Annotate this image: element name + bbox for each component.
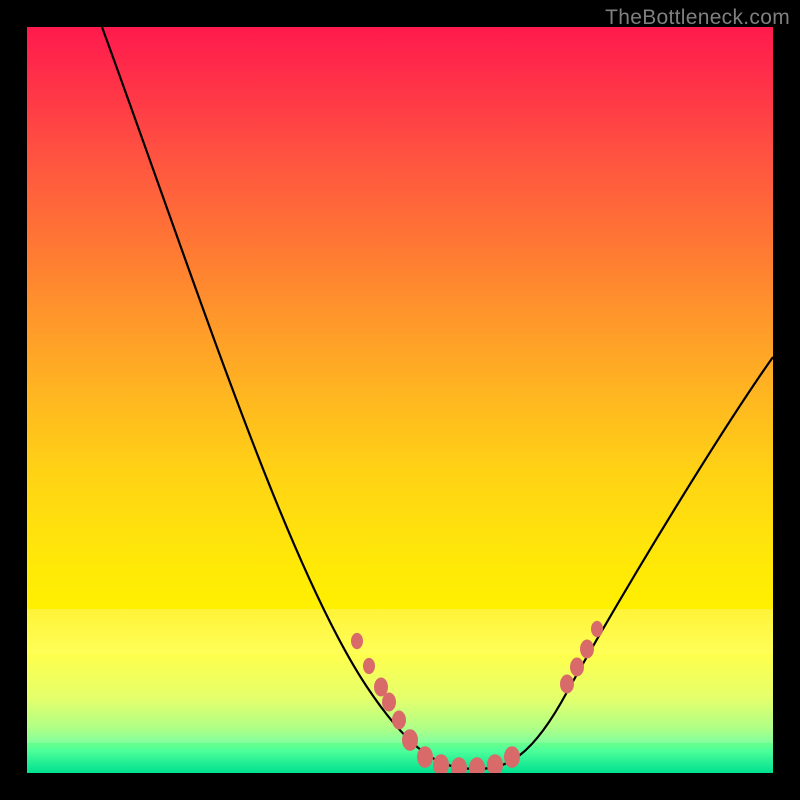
curve-marker — [402, 729, 418, 751]
curve-marker — [504, 746, 520, 768]
curve-marker — [433, 754, 449, 773]
curve-marker — [363, 658, 375, 674]
curve-marker — [417, 746, 433, 768]
chart-frame — [27, 27, 773, 773]
chart-svg — [27, 27, 773, 773]
curve-marker — [351, 633, 363, 649]
curve-marker — [382, 693, 396, 712]
curve-marker — [570, 658, 584, 677]
curve-marker — [560, 675, 574, 694]
bottleneck-curve — [102, 27, 773, 769]
curve-marker — [580, 640, 594, 659]
curve-marker — [392, 711, 406, 730]
curve-marker — [487, 754, 503, 773]
curve-marker — [451, 757, 467, 773]
watermark-text: TheBottleneck.com — [605, 6, 790, 30]
curve-marker — [591, 621, 603, 637]
curve-marker — [469, 757, 485, 773]
